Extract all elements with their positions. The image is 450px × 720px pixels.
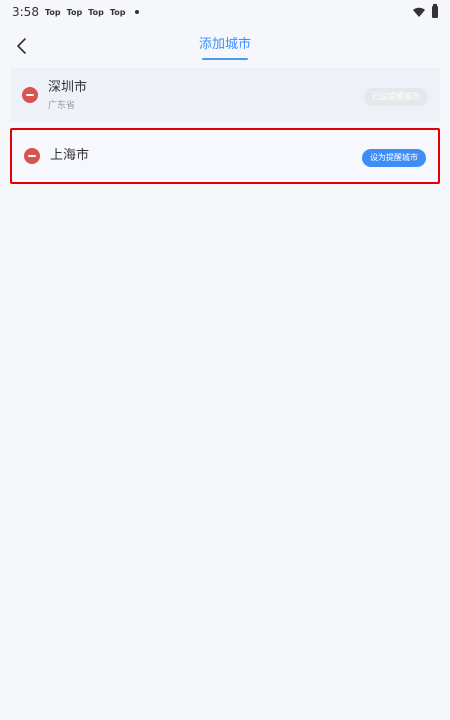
chevron-left-icon <box>17 38 26 54</box>
status-time: 3:58 <box>12 5 39 19</box>
notification-2: Top <box>66 7 83 17</box>
city-action: 设为提醒城市 <box>362 145 426 167</box>
status-right <box>412 3 438 22</box>
notification-4: Top <box>109 7 126 17</box>
wifi-icon <box>412 3 426 22</box>
city-row-shenzhen: 深圳市 广东省 已设提醒城市 <box>10 68 440 122</box>
battery-icon <box>432 4 438 18</box>
back-button[interactable] <box>8 32 36 60</box>
status-dot <box>135 10 140 14</box>
status-left: 3:58 Top Top Top Top <box>12 5 140 19</box>
header: 添加城市 <box>0 24 450 68</box>
city-province: 广东省 <box>48 100 76 111</box>
city-action: 已设提醒城市 <box>364 84 428 106</box>
page-title: 添加城市 <box>198 36 251 52</box>
status-notifications: Top Top Top Top <box>45 8 140 17</box>
city-row-shanghai: 上海市 设为提醒城市 <box>10 128 440 184</box>
status-bar: 3:58 Top Top Top Top <box>0 0 450 24</box>
header-title-wrap: 添加城市 <box>199 33 251 60</box>
notification-3: Top <box>88 7 104 17</box>
city-name: 深圳市 <box>48 79 88 95</box>
set-reminder-city-button[interactable]: 设为提醒城市 <box>362 149 426 167</box>
title-underline <box>201 57 248 60</box>
delete-icon[interactable] <box>24 148 40 164</box>
reminder-city-button[interactable]: 已设提醒城市 <box>364 88 428 106</box>
notification-1: Top <box>44 7 61 17</box>
city-text: 上海市 <box>50 148 362 164</box>
city-name: 上海市 <box>50 148 90 163</box>
delete-icon[interactable] <box>22 87 38 103</box>
city-list: 深圳市 广东省 已设提醒城市 上海市 设为提醒城市 <box>0 68 450 184</box>
city-text: 深圳市 广东省 <box>48 80 364 111</box>
